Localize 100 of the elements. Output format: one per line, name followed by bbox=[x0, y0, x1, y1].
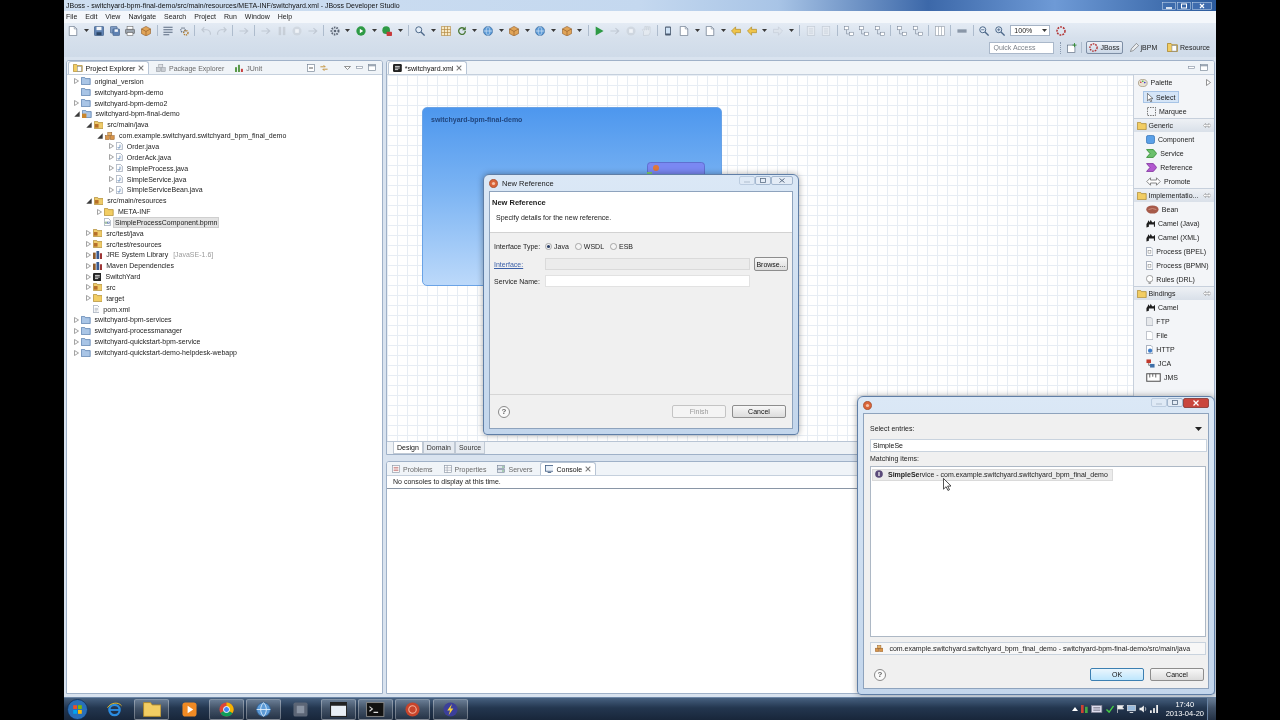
globe-icon[interactable] bbox=[535, 25, 546, 36]
caret-icon[interactable] bbox=[397, 29, 403, 32]
collapsed-arrow-icon[interactable] bbox=[85, 273, 91, 280]
page-icon[interactable] bbox=[68, 25, 78, 36]
search-icon[interactable] bbox=[415, 25, 426, 36]
flag-icon[interactable] bbox=[1116, 705, 1124, 713]
close-icon[interactable] bbox=[138, 65, 145, 71]
collapsed-arrow-icon[interactable] bbox=[109, 176, 115, 182]
collapsed-arrow-icon[interactable] bbox=[74, 327, 79, 334]
align-icon[interactable] bbox=[843, 25, 854, 36]
expanded-arrow-icon[interactable] bbox=[74, 110, 80, 117]
printer-icon[interactable] bbox=[125, 25, 136, 36]
monitor-icon[interactable] bbox=[1126, 705, 1136, 713]
zoom-in-icon[interactable] bbox=[994, 25, 1005, 36]
caret-icon[interactable] bbox=[1195, 427, 1202, 431]
view-menu-icon[interactable] bbox=[344, 65, 352, 70]
speaker-icon[interactable] bbox=[1138, 705, 1147, 713]
play-icon[interactable] bbox=[356, 25, 367, 36]
keyboard-icon[interactable] bbox=[1091, 705, 1103, 713]
network-icon[interactable] bbox=[1149, 705, 1158, 713]
restore-icon[interactable] bbox=[1177, 1, 1191, 10]
caret-icon[interactable] bbox=[498, 29, 504, 32]
expanded-arrow-icon[interactable] bbox=[85, 197, 92, 204]
collapsed-arrow-icon[interactable] bbox=[109, 186, 115, 193]
caret-icon[interactable] bbox=[430, 29, 436, 32]
globe-icon[interactable] bbox=[483, 25, 493, 36]
caret-icon[interactable] bbox=[345, 29, 351, 32]
caret-icon[interactable] bbox=[762, 29, 768, 32]
help-button[interactable]: ? bbox=[874, 668, 886, 681]
back-arrow-icon[interactable] bbox=[746, 25, 757, 36]
taskbar-button[interactable] bbox=[246, 698, 282, 720]
expanded-arrow-icon[interactable] bbox=[97, 132, 104, 139]
align-icon[interactable] bbox=[897, 25, 907, 36]
maximize-icon[interactable] bbox=[755, 176, 771, 185]
link-arrows-icon[interactable] bbox=[320, 63, 329, 72]
collapsed-arrow-icon[interactable] bbox=[74, 349, 79, 356]
align-icon[interactable] bbox=[859, 25, 870, 36]
save-all-icon[interactable] bbox=[109, 25, 120, 36]
minimize-icon[interactable] bbox=[1188, 66, 1196, 69]
caret-up-icon[interactable] bbox=[1072, 707, 1079, 711]
show-desktop-button[interactable] bbox=[1207, 698, 1216, 720]
collapsed-arrow-icon[interactable] bbox=[85, 251, 91, 258]
collapsed-arrow-icon[interactable] bbox=[97, 208, 103, 215]
double-arrow-icon[interactable] bbox=[1202, 193, 1211, 198]
maximize-icon[interactable] bbox=[1167, 398, 1183, 407]
back-arrow-icon[interactable] bbox=[731, 25, 742, 36]
align-icon[interactable] bbox=[874, 25, 885, 36]
maximize-icon[interactable] bbox=[1200, 64, 1208, 71]
collapsed-arrow-icon[interactable] bbox=[74, 317, 79, 323]
collapsed-arrow-icon[interactable] bbox=[109, 143, 115, 150]
collapsed-arrow-icon[interactable] bbox=[85, 295, 91, 302]
cogs-icon[interactable] bbox=[178, 25, 189, 36]
service-name-field[interactable] bbox=[545, 275, 750, 287]
caret-icon[interactable] bbox=[524, 29, 530, 32]
grid-icon[interactable] bbox=[441, 25, 452, 36]
collapsed-arrow-icon[interactable] bbox=[109, 154, 115, 161]
expanded-arrow-icon[interactable] bbox=[85, 121, 92, 128]
collapsed-arrow-icon[interactable] bbox=[74, 338, 79, 345]
list-icon[interactable] bbox=[163, 25, 174, 36]
triangle-play-icon[interactable] bbox=[594, 25, 605, 36]
minimize-icon[interactable] bbox=[356, 66, 364, 69]
collapsed-arrow-icon[interactable] bbox=[85, 262, 91, 269]
package-icon[interactable] bbox=[509, 25, 520, 36]
save-icon[interactable] bbox=[94, 25, 105, 36]
collapse-all-icon[interactable] bbox=[307, 63, 316, 72]
maximize-icon[interactable] bbox=[368, 64, 376, 71]
taskbar-button[interactable] bbox=[208, 698, 244, 720]
caret-icon[interactable] bbox=[788, 29, 794, 32]
collapsed-arrow-icon[interactable] bbox=[85, 284, 91, 291]
window-plus-icon[interactable] bbox=[1067, 42, 1078, 53]
caret-icon[interactable] bbox=[720, 29, 726, 32]
close-icon[interactable] bbox=[585, 466, 592, 472]
play-toolbox-icon[interactable] bbox=[382, 25, 393, 36]
taskbar-button[interactable] bbox=[134, 698, 170, 720]
close-icon[interactable] bbox=[1183, 398, 1209, 408]
collapsed-arrow-icon[interactable] bbox=[74, 100, 79, 107]
caret-icon[interactable] bbox=[577, 29, 583, 32]
columns-icon[interactable] bbox=[934, 25, 945, 36]
double-arrow-icon[interactable] bbox=[1202, 123, 1211, 128]
close-icon[interactable] bbox=[771, 176, 793, 185]
gear-icon[interactable] bbox=[329, 25, 340, 36]
align-icon[interactable] bbox=[912, 25, 923, 36]
caret-icon[interactable] bbox=[472, 29, 478, 32]
caret-icon[interactable] bbox=[83, 29, 89, 32]
taskbar-button[interactable] bbox=[320, 698, 356, 720]
zoom-out-icon[interactable] bbox=[979, 25, 990, 36]
page-icon[interactable] bbox=[678, 25, 689, 36]
phone-icon[interactable] bbox=[663, 25, 674, 36]
collapsed-arrow-icon[interactable] bbox=[74, 78, 79, 85]
ring-icon[interactable] bbox=[1055, 25, 1066, 36]
caret-icon[interactable] bbox=[694, 29, 700, 32]
start-icon[interactable] bbox=[67, 698, 88, 720]
collapsed-arrow-icon[interactable] bbox=[109, 165, 115, 172]
package-icon[interactable] bbox=[561, 25, 572, 36]
collapsed-arrow-icon[interactable] bbox=[85, 241, 91, 248]
check-icon[interactable] bbox=[1105, 705, 1114, 713]
package-icon[interactable] bbox=[140, 25, 151, 36]
taskbar-button[interactable] bbox=[358, 698, 394, 720]
refresh-icon[interactable] bbox=[456, 25, 467, 36]
help-button[interactable]: ? bbox=[498, 405, 510, 418]
